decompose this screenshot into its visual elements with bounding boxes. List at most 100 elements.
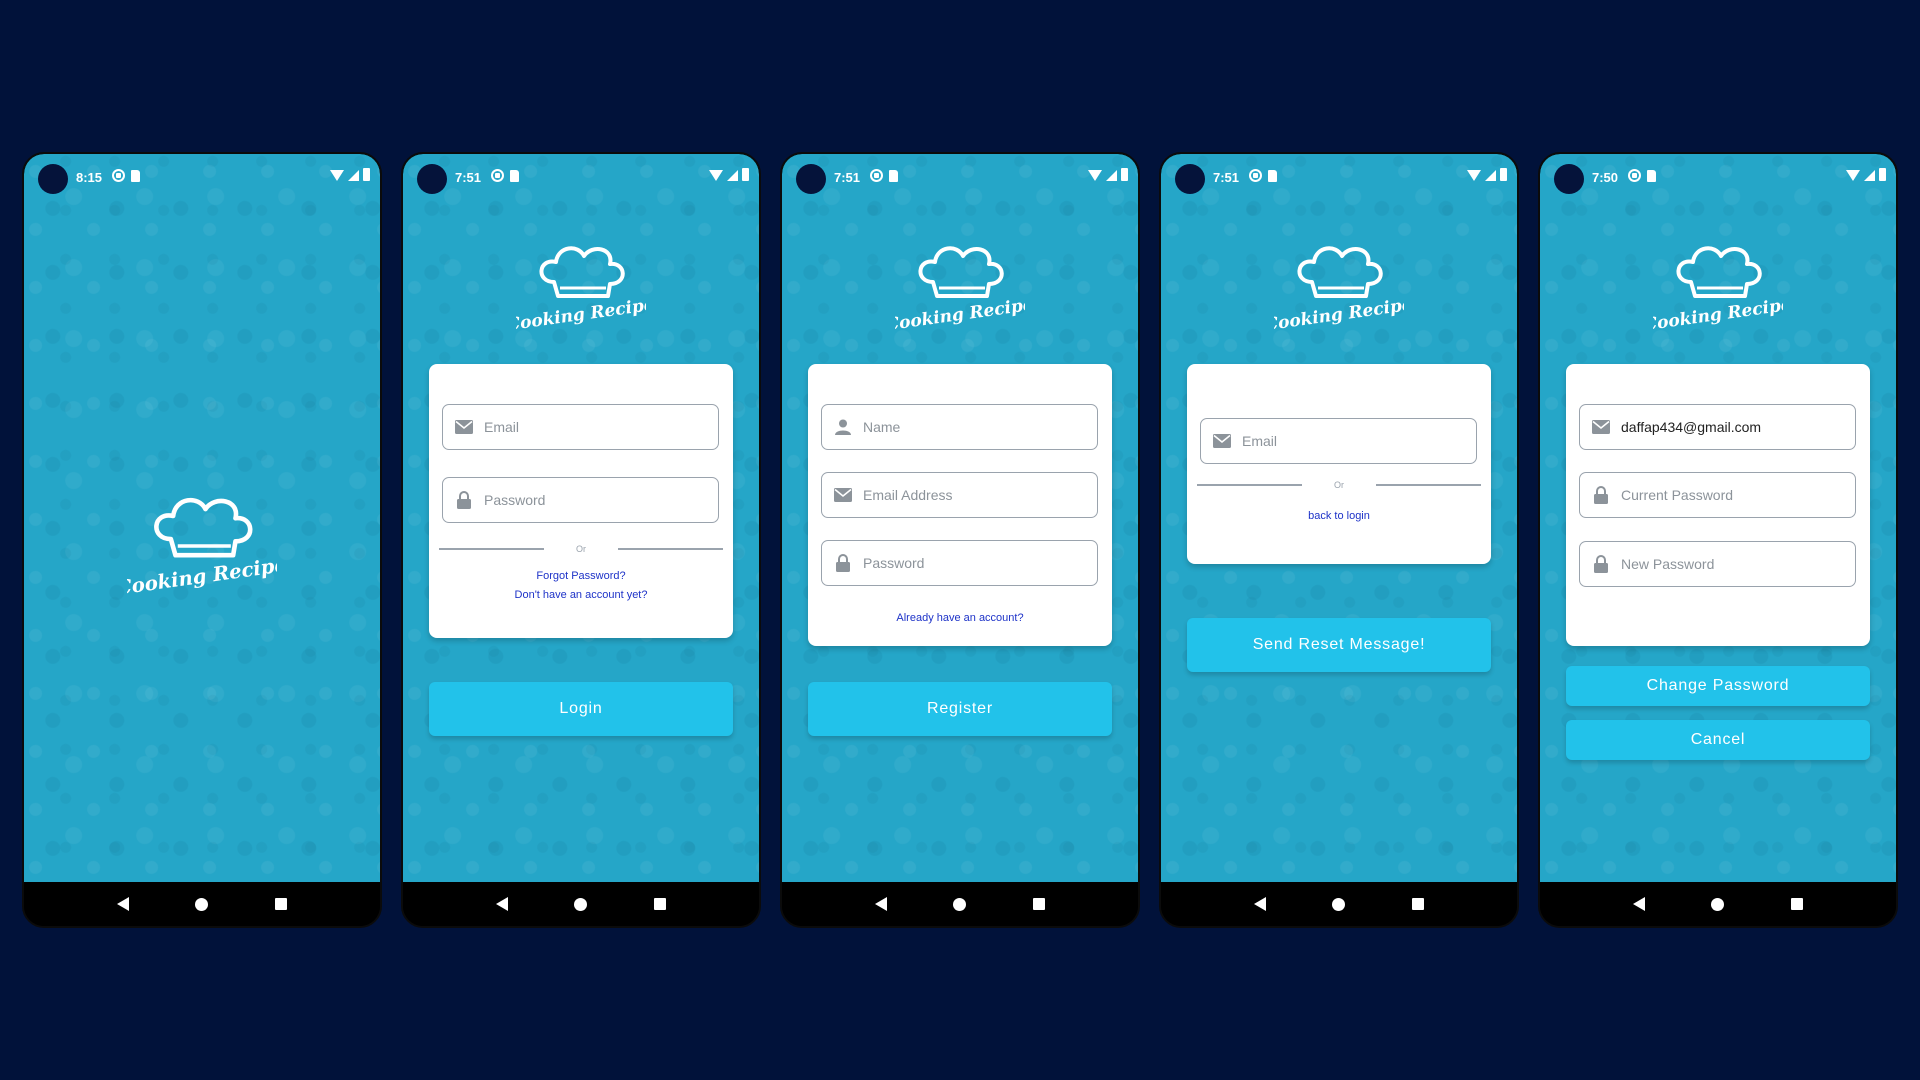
recent-apps-icon[interactable]: [274, 898, 287, 910]
password-field[interactable]: Password: [442, 477, 719, 523]
status-system-icons: [1846, 168, 1886, 181]
status-bar: 7:51: [403, 154, 759, 198]
chef-hat-icon: Cooking Recipe: [1263, 246, 1414, 335]
home-icon[interactable]: [1332, 897, 1346, 911]
status-time: 7:51: [834, 170, 861, 185]
back-to-login-link[interactable]: back to login: [1187, 510, 1491, 522]
password-field[interactable]: Password: [821, 540, 1098, 586]
forgot-password-screen: 7:51 Cooking Recipe Email Or back to log…: [1161, 154, 1517, 884]
chef-hat-icon: Cooking Recipe: [115, 497, 288, 600]
back-icon[interactable]: [117, 897, 130, 911]
battery-icon: [1500, 168, 1507, 181]
recent-apps-icon[interactable]: [653, 898, 666, 910]
status-time: 8:15: [76, 170, 103, 185]
battery-icon: [1879, 168, 1886, 181]
status-system-icons: [330, 168, 370, 181]
login-link[interactable]: Already have an account?: [808, 612, 1112, 624]
chef-hat-logo: Cooking Recipe: [505, 240, 656, 335]
email-field[interactable]: Email: [1200, 418, 1477, 464]
email-field[interactable]: daffap434@gmail.com: [1579, 404, 1856, 450]
camera-cutout: [1554, 164, 1584, 194]
home-icon[interactable]: [953, 897, 967, 911]
chef-hat-icon: Cooking Recipe: [884, 246, 1035, 335]
name-placeholder: Name: [863, 419, 901, 435]
home-icon[interactable]: [1711, 897, 1725, 911]
or-divider: Or: [1197, 478, 1481, 492]
camera-cutout: [796, 164, 826, 194]
chef-hat-logo: Cooking Recipe: [1263, 240, 1414, 335]
lock-icon: [1592, 555, 1610, 573]
recent-apps-icon[interactable]: [1411, 898, 1424, 910]
camera-cutout: [1175, 164, 1205, 194]
home-icon[interactable]: [195, 897, 209, 911]
signal-icon: [1864, 170, 1875, 181]
sd-card-icon: [1647, 169, 1656, 182]
change-password-screen: 7:50 Cooking Recipe daffap434@gmail.com …: [1540, 154, 1896, 884]
sd-card-icon: [889, 169, 898, 182]
status-bar: 7:51: [1161, 154, 1517, 198]
nav-bar: [24, 882, 380, 926]
divider-line: [1197, 484, 1302, 486]
status-bar: 7:51: [782, 154, 1138, 198]
svg-text:Cooking Recipe: Cooking Recipe: [127, 553, 277, 595]
register-button[interactable]: Register: [808, 682, 1112, 736]
recent-apps-icon[interactable]: [1790, 898, 1803, 910]
login-screen: 7:51 Cooking Recipe Email Password Or Fo…: [403, 154, 759, 884]
phone-login: 7:51 Cooking Recipe Email Password Or Fo…: [401, 152, 761, 928]
change-password-card: daffap434@gmail.com Current Password New…: [1566, 364, 1870, 646]
wifi-icon: [709, 170, 723, 181]
login-button[interactable]: Login: [429, 682, 733, 736]
splash-screen: 8:15 Cooking Recipe: [24, 154, 380, 884]
send-reset-button[interactable]: Send Reset Message!: [1187, 618, 1491, 672]
lock-icon: [834, 554, 852, 572]
chef-hat-logo: Cooking Recipe: [884, 240, 1035, 335]
name-field[interactable]: Name: [821, 404, 1098, 450]
signal-icon: [1485, 170, 1496, 181]
status-system-icons: [709, 168, 749, 181]
email-value: daffap434@gmail.com: [1621, 419, 1762, 435]
sd-card-icon: [131, 169, 140, 182]
notification-icon: [491, 169, 504, 182]
new-password-field[interactable]: New Password: [1579, 541, 1856, 587]
login-card: Email Password Or Forgot Password? Don't…: [429, 364, 733, 638]
status-time: 7:51: [1213, 170, 1240, 185]
battery-icon: [742, 168, 749, 181]
phone-change-password: 7:50 Cooking Recipe daffap434@gmail.com …: [1538, 152, 1898, 928]
status-notification-icons: [491, 169, 519, 182]
camera-cutout: [38, 164, 68, 194]
back-icon[interactable]: [875, 897, 888, 911]
password-placeholder: Password: [863, 555, 925, 571]
chef-hat-icon: Cooking Recipe: [1642, 246, 1793, 335]
phone-splash: 8:15 Cooking Recipe: [22, 152, 382, 928]
change-password-button[interactable]: Change Password: [1566, 666, 1870, 706]
recent-apps-icon[interactable]: [1032, 898, 1045, 910]
divider-line: [618, 548, 723, 550]
status-time: 7:50: [1592, 170, 1619, 185]
email-placeholder: Email: [1242, 433, 1278, 449]
camera-cutout: [417, 164, 447, 194]
reset-card: Email Or back to login: [1187, 364, 1491, 564]
back-icon[interactable]: [1254, 897, 1267, 911]
phone-register: 7:51 Cooking Recipe Name Email Address P…: [780, 152, 1140, 928]
back-icon[interactable]: [496, 897, 509, 911]
email-address-placeholder: Email Address: [863, 487, 953, 503]
mail-icon: [1592, 418, 1610, 436]
svg-text:Cooking Recipe: Cooking Recipe: [1274, 295, 1404, 330]
forgot-password-link[interactable]: Forgot Password?: [429, 570, 733, 582]
back-icon[interactable]: [1633, 897, 1646, 911]
email-field[interactable]: Email: [442, 404, 719, 450]
cancel-button[interactable]: Cancel: [1566, 720, 1870, 760]
status-notification-icons: [870, 169, 898, 182]
email-address-field[interactable]: Email Address: [821, 472, 1098, 518]
current-password-field[interactable]: Current Password: [1579, 472, 1856, 518]
register-card: Name Email Address Password Already have…: [808, 364, 1112, 646]
notification-icon: [1628, 169, 1641, 182]
mail-icon: [834, 486, 852, 504]
home-icon[interactable]: [574, 897, 588, 911]
chef-hat-logo: Cooking Recipe: [115, 490, 288, 600]
register-screen: 7:51 Cooking Recipe Name Email Address P…: [782, 154, 1138, 884]
wifi-icon: [1846, 170, 1860, 181]
signup-link[interactable]: Don't have an account yet?: [429, 589, 733, 601]
sd-card-icon: [1268, 169, 1277, 182]
or-divider: Or: [439, 542, 723, 556]
